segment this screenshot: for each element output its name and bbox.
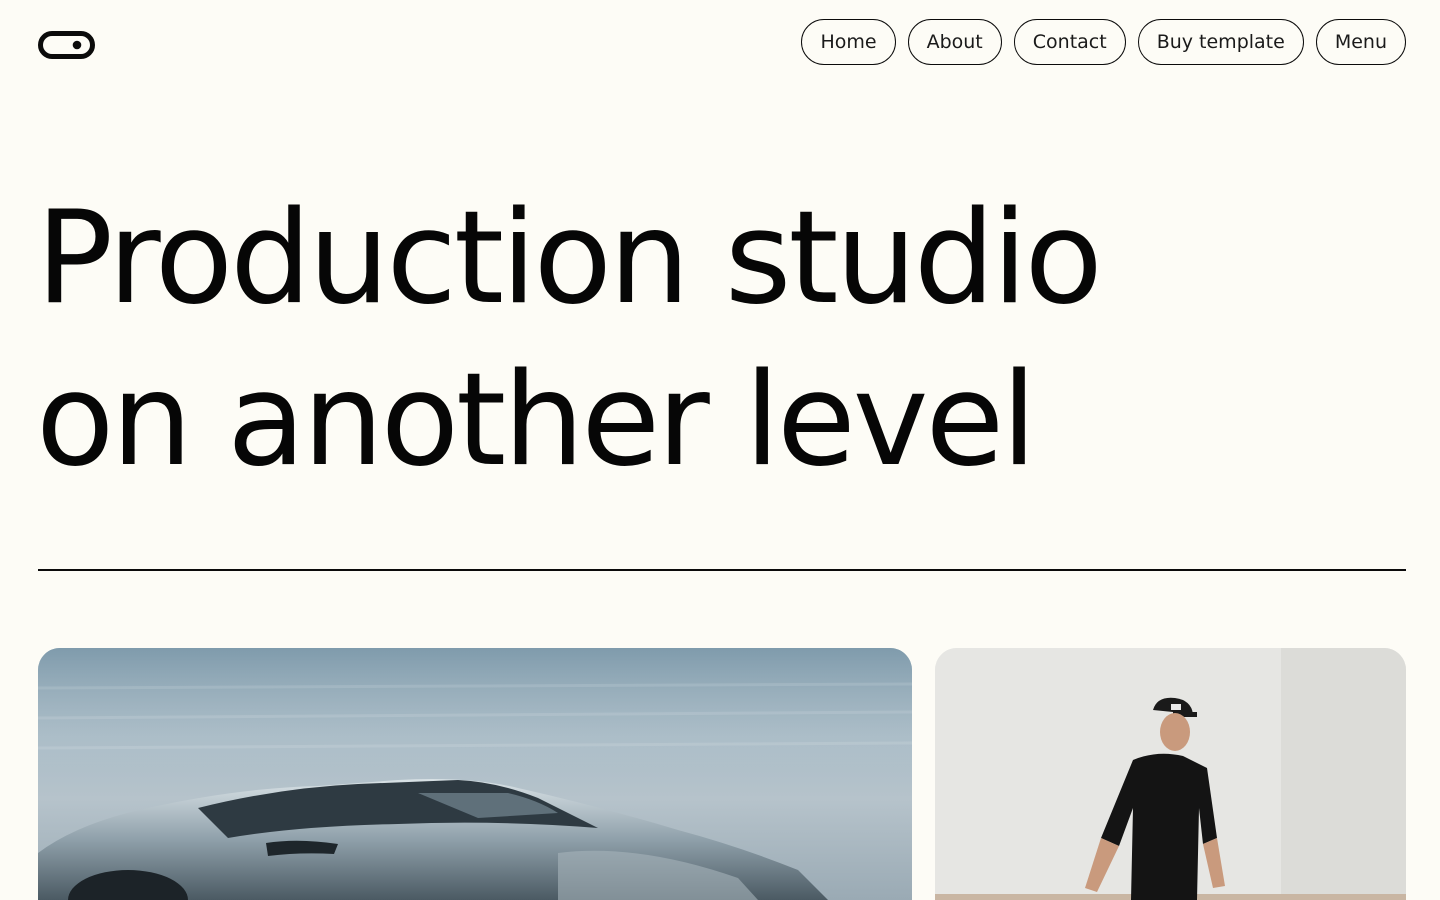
- nav-buy-template-button[interactable]: Buy template: [1137, 19, 1304, 65]
- section-divider: [38, 569, 1406, 571]
- nav-contact-button[interactable]: Contact: [1013, 19, 1126, 65]
- hero-title-line-2: on another level: [36, 346, 1037, 495]
- nav-menu-button[interactable]: Menu: [1315, 19, 1406, 65]
- main-nav: Home About Contact Buy template Menu: [801, 19, 1406, 65]
- sports-car-image: [38, 648, 912, 900]
- nav-about-button[interactable]: About: [907, 19, 1002, 65]
- logo-icon[interactable]: [38, 31, 95, 59]
- car-photo-card[interactable]: [38, 648, 912, 900]
- nav-home-button[interactable]: Home: [801, 19, 896, 65]
- person-photo-card[interactable]: [935, 648, 1406, 900]
- hero-title-line-1: Production studio: [36, 184, 1103, 333]
- logo-shape: [38, 31, 95, 59]
- hero-title: Production studio on another level: [36, 178, 1103, 502]
- person-walking-image: [935, 648, 1406, 900]
